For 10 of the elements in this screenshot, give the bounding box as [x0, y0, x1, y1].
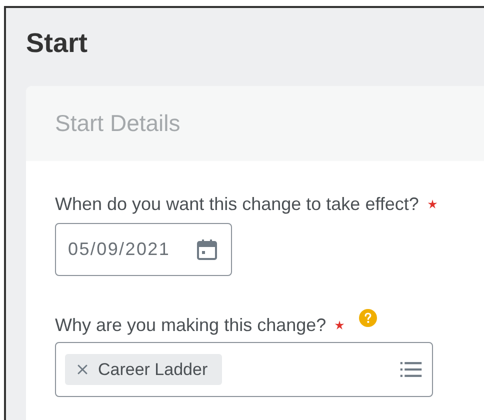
page-title: Start	[26, 28, 89, 58]
field-label: When do you want this change to take effect?	[55, 194, 419, 214]
remove-icon[interactable]	[77, 364, 88, 375]
calendar-icon[interactable]	[195, 238, 219, 262]
field-label: Why are you making this change?	[55, 314, 326, 336]
list-icon[interactable]	[400, 361, 422, 378]
date-field[interactable]: 05/09/2021	[55, 223, 232, 276]
multiselect-field[interactable]: Career Ladder	[55, 342, 433, 397]
section-title: Start Details	[55, 110, 180, 137]
selected-chip[interactable]: Career Ladder	[65, 354, 222, 385]
